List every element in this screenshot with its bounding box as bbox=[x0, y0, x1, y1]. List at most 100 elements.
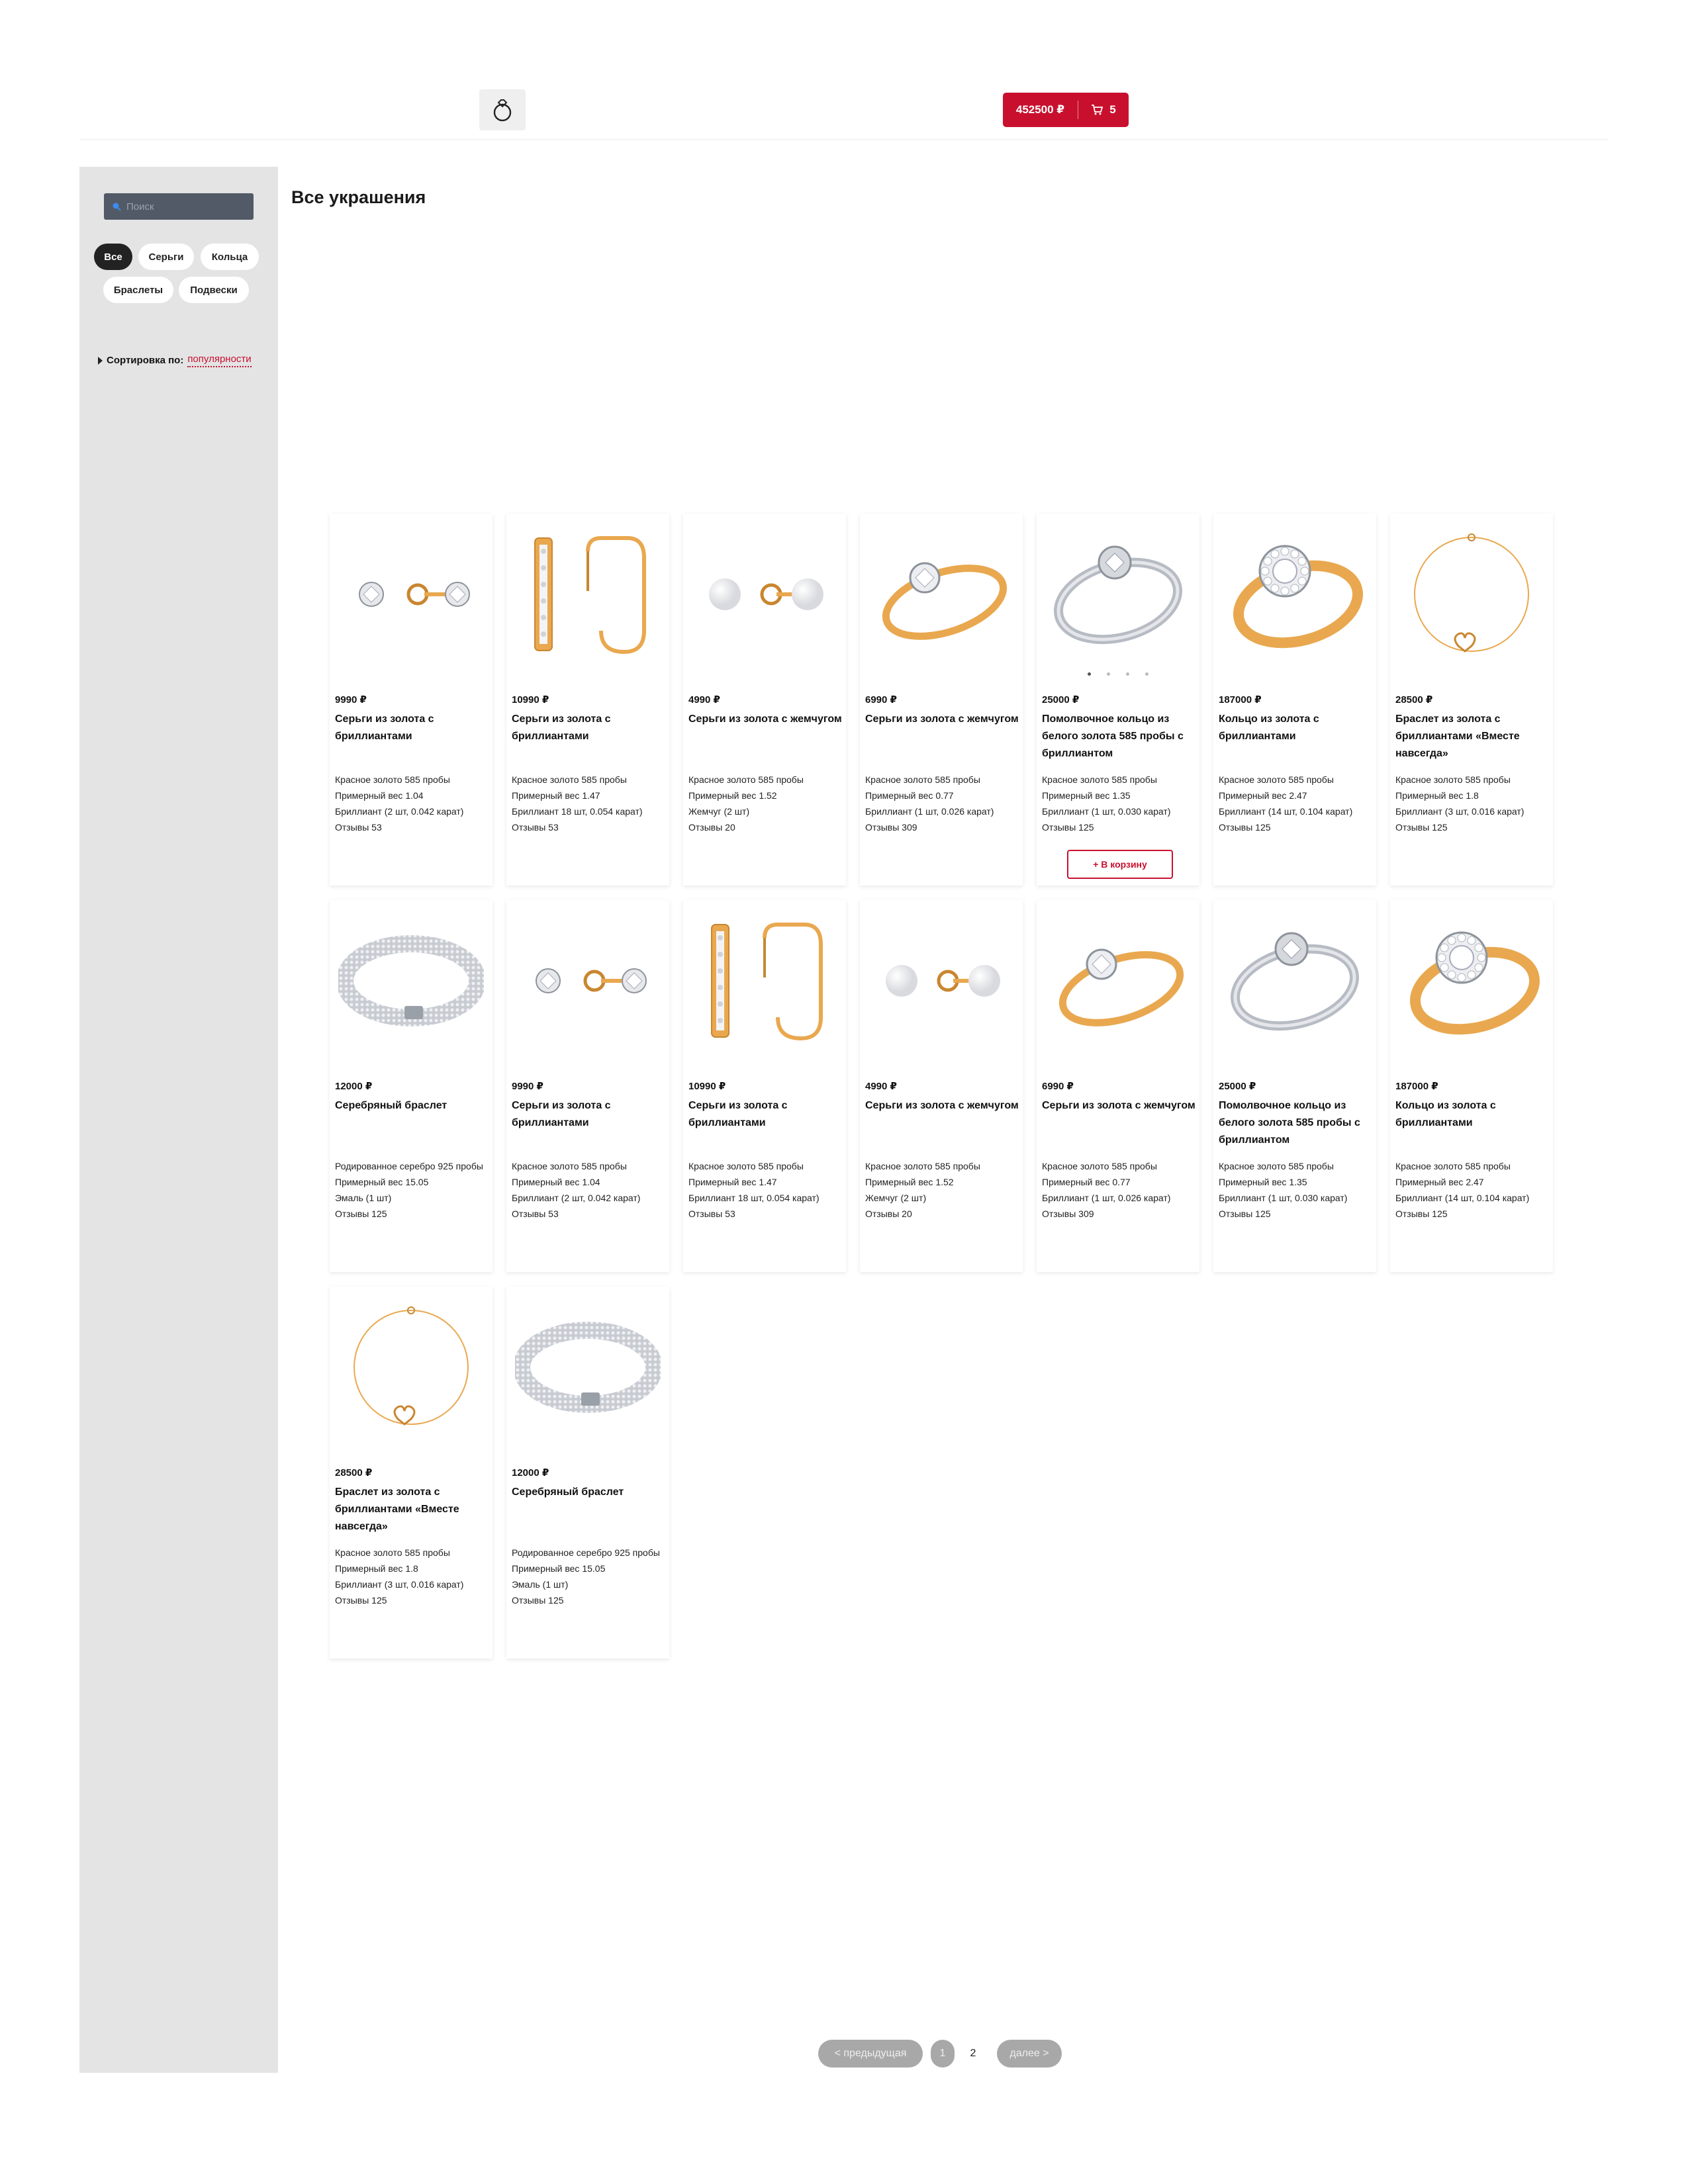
product-image[interactable] bbox=[1213, 522, 1376, 667]
product-card[interactable]: 9990 ₽ Серьги из золота с бриллиантами Кра… bbox=[330, 514, 492, 886]
product-card[interactable]: 28500 ₽ Браслет из золота с бриллиантами … bbox=[330, 1287, 492, 1659]
product-image[interactable] bbox=[506, 522, 669, 667]
cart-button[interactable]: 452500 ₽ 5 bbox=[1003, 93, 1129, 127]
logo[interactable] bbox=[479, 89, 526, 130]
filter-rings[interactable]: Кольца bbox=[201, 244, 259, 270]
product-spec-line: Красное золото 585 пробы bbox=[1219, 774, 1334, 785]
product-image[interactable] bbox=[683, 522, 846, 667]
product-name[interactable]: Серебряный браслет bbox=[512, 1484, 665, 1501]
product-image[interactable] bbox=[860, 522, 1023, 667]
product-specs: Красное золото 585 пробы Примерный вес 1.… bbox=[688, 1158, 843, 1222]
product-name[interactable]: Серьги из золота с жемчугом bbox=[688, 711, 842, 728]
product-name[interactable]: Серьги из золота с бриллиантами bbox=[335, 711, 489, 745]
product-image[interactable] bbox=[330, 1295, 492, 1440]
product-name[interactable]: Браслет из золота с бриллиантами «Вместе… bbox=[335, 1484, 489, 1535]
product-name[interactable]: Браслет из золота с бриллиантами «Вместе… bbox=[1395, 711, 1549, 762]
image-carousel-dots[interactable] bbox=[1037, 672, 1199, 676]
product-name[interactable]: Помолвочное кольцо из белого золота 585 … bbox=[1219, 1097, 1372, 1149]
product-image[interactable] bbox=[860, 908, 1023, 1054]
product-card[interactable]: 6990 ₽ Серьги из золота с жемчугом Красное… bbox=[860, 514, 1023, 886]
product-spec-line: Примерный вес 1.47 bbox=[688, 1177, 777, 1187]
product-image[interactable] bbox=[683, 908, 846, 1054]
product-card[interactable]: 12000 ₽ Серебряный браслет Родированное се… bbox=[506, 1287, 669, 1659]
pagination-prev[interactable]: < предыдущая bbox=[818, 2040, 923, 2068]
product-card[interactable]: 4990 ₽ Серьги из золота с жемчугом Красное… bbox=[860, 900, 1023, 1272]
product-spec-line: Примерный вес 1.52 bbox=[865, 1177, 954, 1187]
product-spec-line: Бриллиант (3 шт, 0.016 карат) bbox=[1395, 806, 1524, 817]
product-image[interactable] bbox=[330, 908, 492, 1054]
product-spec-line: Примерный вес 1.04 bbox=[335, 790, 424, 801]
product-spec-line: Красное золото 585 пробы bbox=[335, 774, 450, 785]
product-name[interactable]: Кольцо из золота с бриллиантами bbox=[1219, 711, 1372, 745]
product-spec-line: Красное золото 585 пробы bbox=[688, 774, 804, 785]
product-price: 4990 ₽ bbox=[865, 1081, 897, 1092]
product-spec-line: Бриллиант 18 шт, 0.054 карат) bbox=[688, 1193, 820, 1203]
product-image[interactable] bbox=[1213, 908, 1376, 1054]
sort-control[interactable]: Сортировка по: популярности bbox=[98, 353, 252, 367]
product-price: 10990 ₽ bbox=[512, 694, 549, 705]
product-specs: Красное золото 585 пробы Примерный вес 1.… bbox=[1219, 1158, 1374, 1222]
product-spec-line: Отзывы 125 bbox=[512, 1595, 564, 1606]
product-card[interactable]: 187000 ₽ Кольцо из золота с бриллиантами К… bbox=[1213, 514, 1376, 886]
product-name[interactable]: Кольцо из золота с бриллиантами bbox=[1395, 1097, 1549, 1132]
pagination-page-1[interactable]: 1 bbox=[931, 2040, 955, 2068]
product-card[interactable]: 10990 ₽ Серьги из золота с бриллиантами Кр… bbox=[683, 900, 846, 1272]
product-name[interactable]: Помолвочное кольцо из белого золота 585 … bbox=[1042, 711, 1196, 762]
product-specs: Красное золото 585 пробы Примерный вес 1.… bbox=[335, 1545, 490, 1608]
product-image[interactable] bbox=[1037, 522, 1199, 667]
filter-all[interactable]: Все bbox=[94, 244, 132, 270]
search-box[interactable] bbox=[104, 193, 254, 220]
add-to-cart-button[interactable]: + В корзину bbox=[1067, 850, 1173, 879]
product-spec-line: Примерный вес 0.77 bbox=[1042, 1177, 1131, 1187]
product-card[interactable]: 6990 ₽ Серьги из золота с жемчугом Красное… bbox=[1037, 900, 1199, 1272]
product-image[interactable] bbox=[1390, 522, 1553, 667]
product-name[interactable]: Серьги из золота с жемчугом bbox=[1042, 1097, 1196, 1115]
ring-logo-icon bbox=[493, 99, 512, 122]
product-price: 25000 ₽ bbox=[1219, 1081, 1256, 1092]
page-title: Все украшения bbox=[291, 187, 426, 207]
product-card[interactable]: 25000 ₽ Помолвочное кольцо из белого золо… bbox=[1037, 514, 1199, 886]
pagination-next[interactable]: далее > bbox=[997, 2040, 1062, 2068]
product-image[interactable] bbox=[1037, 908, 1199, 1054]
product-price: 12000 ₽ bbox=[335, 1081, 373, 1092]
product-spec-line: Бриллиант (2 шт, 0.042 карат) bbox=[335, 806, 464, 817]
filter-bracelets[interactable]: Браслеты bbox=[103, 277, 173, 303]
search-input[interactable] bbox=[126, 201, 246, 212]
pagination-page-2[interactable]: 2 bbox=[961, 2040, 985, 2068]
product-name[interactable]: Серьги из золота с бриллиантами bbox=[512, 711, 665, 745]
caret-right-icon bbox=[98, 356, 103, 365]
product-image[interactable] bbox=[506, 1295, 669, 1440]
product-spec-line: Красное золото 585 пробы bbox=[335, 1547, 450, 1558]
product-card[interactable]: 10990 ₽ Серьги из золота с бриллиантами Кр… bbox=[506, 514, 669, 886]
product-specs: Красное золото 585 пробы Примерный вес 1.… bbox=[335, 772, 490, 835]
product-card[interactable]: 187000 ₽ Кольцо из золота с бриллиантами К… bbox=[1390, 900, 1553, 1272]
product-spec-line: Бриллиант 18 шт, 0.054 карат) bbox=[512, 806, 643, 817]
product-name[interactable]: Серьги из золота с жемчугом bbox=[865, 1097, 1019, 1115]
product-card[interactable]: 4990 ₽ Серьги из золота с жемчугом Красное… bbox=[683, 514, 846, 886]
product-price: 28500 ₽ bbox=[1395, 694, 1433, 705]
product-name[interactable]: Серебряный браслет bbox=[335, 1097, 489, 1115]
product-card[interactable]: 25000 ₽ Помолвочное кольцо из белого золо… bbox=[1213, 900, 1376, 1272]
product-card[interactable]: 28500 ₽ Браслет из золота с бриллиантами … bbox=[1390, 514, 1553, 886]
product-spec-line: Красное золото 585 пробы bbox=[512, 1161, 627, 1171]
filter-pendants[interactable]: Подвески bbox=[179, 277, 249, 303]
product-price: 25000 ₽ bbox=[1042, 694, 1080, 705]
product-image[interactable] bbox=[506, 908, 669, 1054]
product-image[interactable] bbox=[1390, 908, 1553, 1054]
sort-value[interactable]: популярности bbox=[187, 353, 252, 367]
product-name[interactable]: Серьги из золота с бриллиантами bbox=[688, 1097, 842, 1132]
product-spec-line: Примерный вес 0.77 bbox=[865, 790, 954, 801]
product-name[interactable]: Серьги из золота с жемчугом bbox=[865, 711, 1019, 728]
product-spec-line: Отзывы 309 bbox=[1042, 1208, 1094, 1219]
product-specs: Красное золото 585 пробы Примерный вес 2.… bbox=[1395, 1158, 1550, 1222]
product-image[interactable] bbox=[330, 522, 492, 667]
filter-earrings[interactable]: Серьги bbox=[138, 244, 194, 270]
cart-total: 452500 ₽ bbox=[1003, 101, 1078, 119]
product-specs: Красное золото 585 пробы Примерный вес 0.… bbox=[865, 772, 1020, 835]
product-specs: Красное золото 585 пробы Примерный вес 1.… bbox=[1042, 772, 1197, 835]
product-card[interactable]: 9990 ₽ Серьги из золота с бриллиантами Кра… bbox=[506, 900, 669, 1272]
product-spec-line: Красное золото 585 пробы bbox=[512, 774, 627, 785]
product-name[interactable]: Серьги из золота с бриллиантами bbox=[512, 1097, 665, 1132]
product-card[interactable]: 12000 ₽ Серебряный браслет Родированное се… bbox=[330, 900, 492, 1272]
product-specs: Красное золото 585 пробы Примерный вес 1.… bbox=[512, 772, 667, 835]
